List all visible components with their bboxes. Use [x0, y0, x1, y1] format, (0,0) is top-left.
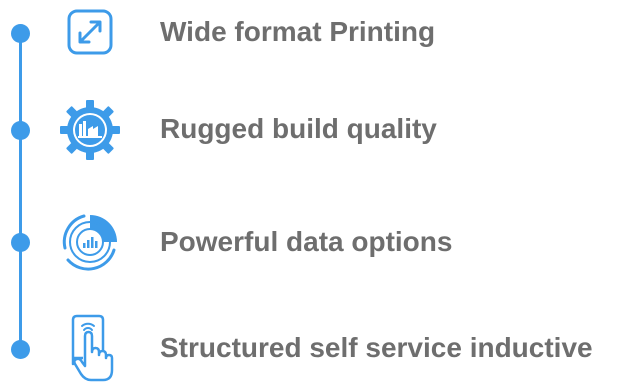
timeline-dot — [11, 233, 30, 252]
feature-item-self-service: Structured self service inductive — [0, 314, 622, 382]
expand-arrows-icon — [56, 2, 124, 62]
data-chart-icon — [56, 212, 124, 272]
feature-label: Wide format Printing — [160, 16, 436, 47]
touch-hand-icon — [56, 314, 124, 382]
feature-label: Rugged build quality — [160, 113, 437, 144]
timeline-dot — [11, 121, 30, 140]
feature-item-wide-format: Wide format Printing — [0, 2, 622, 62]
gear-factory-icon — [56, 100, 124, 160]
timeline-dot — [11, 340, 30, 359]
feature-item-data-options: Powerful data options — [0, 212, 622, 272]
timeline-dot — [11, 24, 30, 43]
feature-item-rugged-build: Rugged build quality — [0, 100, 622, 160]
feature-label: Powerful data options — [160, 226, 453, 257]
feature-label: Structured self service inductive — [160, 332, 593, 363]
timeline-line — [19, 32, 22, 350]
